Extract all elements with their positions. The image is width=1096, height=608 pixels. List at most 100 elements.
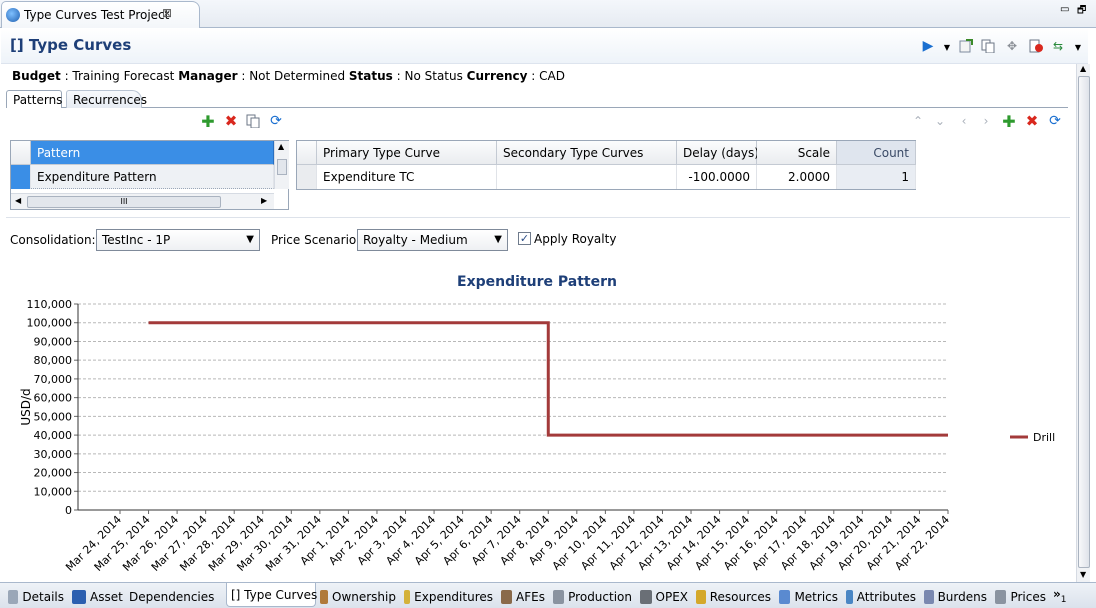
refresh-curve-icon[interactable]: ⟳ <box>1047 113 1063 129</box>
editor-tab-bar: Type Curves Test Project ⊠ ▭ 🗗 <box>0 0 1096 28</box>
consolidation-select[interactable]: TestInc - 1P ▼ <box>96 229 260 251</box>
run-icon[interactable]: ▶ <box>920 38 936 54</box>
bottom-tab-label: Dependencies <box>129 589 215 604</box>
apply-royalty-label: Apply Royalty <box>534 232 617 246</box>
column-primary-type-curve[interactable]: Primary Type Curve <box>317 141 497 165</box>
move-down-icon[interactable]: ⌄ <box>932 113 948 129</box>
bottom-tab-metrics[interactable]: Metrics <box>775 586 842 607</box>
refresh-pattern-icon[interactable]: ⟳ <box>268 113 284 129</box>
copy-pattern-icon[interactable] <box>245 113 261 129</box>
type-curve-grid: Primary Type Curve Secondary Type Curves… <box>296 140 916 190</box>
bottom-tab-expenditures[interactable]: Expenditures <box>400 586 497 607</box>
bottom-tab-opex[interactable]: OPEX <box>636 586 692 607</box>
delete-curve-icon[interactable]: ✖ <box>1024 112 1040 130</box>
budget-value: : Training Forecast <box>60 69 179 83</box>
bottom-tab-dependencies[interactable]: Dependencies <box>121 586 214 607</box>
pattern-grid-vscroll-thumb[interactable] <box>277 159 287 175</box>
apply-royalty-checkbox[interactable]: ✓ <box>518 232 531 245</box>
scroll-left-icon[interactable]: ◀ <box>15 196 21 205</box>
maximize-icon[interactable]: 🗗 <box>1077 3 1086 20</box>
pattern-grid: Pattern Expenditure Pattern ▲ ◀ III ▶ <box>10 140 289 210</box>
scroll-down-icon[interactable]: ▼ <box>1080 570 1086 579</box>
bottom-tab-production[interactable]: Production <box>549 586 636 607</box>
pattern-grid-hscroll-thumb[interactable]: III <box>27 196 221 208</box>
tools-icon[interactable]: ✥ <box>1004 38 1020 54</box>
consolidation-value: TestInc - 1P <box>102 233 171 247</box>
delete-pattern-icon[interactable]: ✖ <box>223 112 239 130</box>
copy-icon[interactable] <box>980 38 996 54</box>
bottom-tab-label: Resources <box>709 589 771 604</box>
add-pattern-icon[interactable]: ✚ <box>200 112 216 131</box>
pattern-row[interactable]: Expenditure Pattern <box>31 165 274 189</box>
tab-patterns[interactable]: Patterns <box>6 90 62 108</box>
scroll-right-icon[interactable]: ▶ <box>261 196 267 205</box>
hidden-tab-count: 1 <box>1060 595 1067 605</box>
move-left-icon[interactable]: ‹ <box>956 113 972 129</box>
run-dropdown-icon[interactable]: ▼ <box>939 39 955 55</box>
move-up-icon[interactable]: ⌃ <box>910 113 926 129</box>
price-scenario-select[interactable]: Royalty - Medium ▼ <box>357 229 508 251</box>
cell-primary-type-curve[interactable]: Expenditure TC <box>317 165 497 189</box>
bottom-tab-label: Prices <box>1010 589 1046 604</box>
price-scenario-value: Royalty - Medium <box>363 233 468 247</box>
close-icon[interactable]: ⊠ <box>162 6 172 20</box>
metrics-icon <box>779 589 791 604</box>
cell-delay-days[interactable]: -100.0000 <box>677 165 757 189</box>
main-vertical-scroll-thumb[interactable] <box>1078 76 1090 568</box>
bottom-tab-burdens[interactable]: Burdens <box>920 586 991 607</box>
afes-icon <box>501 589 513 604</box>
cell-secondary-type-curves[interactable] <box>497 165 677 189</box>
sync-icon[interactable]: ⇆ <box>1050 38 1066 54</box>
y-tick-label: 100,000 <box>27 317 73 330</box>
status-value: : No Status <box>392 69 467 83</box>
y-tick-label: 0 <box>65 504 72 517</box>
pattern-grid-hscroll[interactable]: ◀ III ▶ <box>11 193 274 209</box>
move-right-icon[interactable]: › <box>978 113 994 129</box>
sync-dropdown-icon[interactable]: ▼ <box>1070 39 1086 55</box>
bottom-tab-attributes[interactable]: Attributes <box>842 586 920 607</box>
project-icon <box>6 8 20 22</box>
bottom-tab-label: Production <box>568 589 632 604</box>
column-secondary-type-curves[interactable]: Secondary Type Curves <box>497 141 677 165</box>
production-icon <box>553 589 565 604</box>
attributes-icon <box>846 589 853 604</box>
price-scenario-label: Price Scenario: <box>271 233 361 247</box>
tab-recurrences[interactable]: Recurrences <box>66 90 147 108</box>
bottom-tab-afes[interactable]: AFEs <box>497 586 549 607</box>
chart-title: Expenditure Pattern <box>457 274 617 290</box>
asset-icon <box>72 589 86 604</box>
bottom-tab-type-curves[interactable]: [] Type Curves <box>226 583 317 607</box>
scroll-grip: III <box>120 197 128 206</box>
main-vertical-scrollbar[interactable]: ▲ ▼ <box>1076 64 1090 584</box>
cell-scale[interactable]: 2.0000 <box>757 165 837 189</box>
scroll-up-icon[interactable]: ▲ <box>1080 64 1086 73</box>
bottom-tab-resources[interactable]: Resources <box>692 586 775 607</box>
validate-icon[interactable] <box>1028 38 1044 54</box>
manager-label: Manager <box>178 69 238 83</box>
resources-icon <box>696 589 706 604</box>
y-tick-label: 90,000 <box>34 335 73 348</box>
editor-tab[interactable]: Type Curves Test Project ⊠ <box>1 1 200 28</box>
chevron-down-icon: ▼ <box>494 234 502 245</box>
bottom-tab-bar: Details Asset Dependencies [] Type Curves Ow… <box>0 582 1096 608</box>
export-icon[interactable] <box>958 38 974 54</box>
column-scale[interactable]: Scale <box>757 141 837 165</box>
bottom-tab-label: Attributes <box>856 589 916 604</box>
editor-tab-title: Type Curves Test Project <box>24 8 170 22</box>
pattern-row-selector[interactable] <box>11 165 31 189</box>
curve-row-selector[interactable] <box>297 165 317 189</box>
bottom-tab-ownership[interactable]: Ownership <box>316 586 400 607</box>
scroll-up-icon[interactable]: ▲ <box>278 142 284 151</box>
bottom-tab-label: Burdens <box>937 589 987 604</box>
minimize-icon[interactable]: ▭ <box>1060 4 1069 15</box>
pattern-column-header[interactable]: Pattern <box>31 141 274 165</box>
manager-value: : Not Determined <box>237 69 349 83</box>
pattern-grid-vscroll[interactable]: ▲ <box>274 141 289 189</box>
column-delay-days[interactable]: Delay (days) <box>677 141 759 165</box>
bottom-tab-prices[interactable]: Prices <box>991 586 1050 607</box>
more-tabs-button[interactable]: »1 <box>1053 587 1067 605</box>
bottom-tab-details[interactable]: Details <box>4 586 68 607</box>
add-curve-icon[interactable]: ✚ <box>1001 112 1017 131</box>
expenditures-icon <box>404 589 411 604</box>
y-tick-label: 70,000 <box>34 373 73 386</box>
